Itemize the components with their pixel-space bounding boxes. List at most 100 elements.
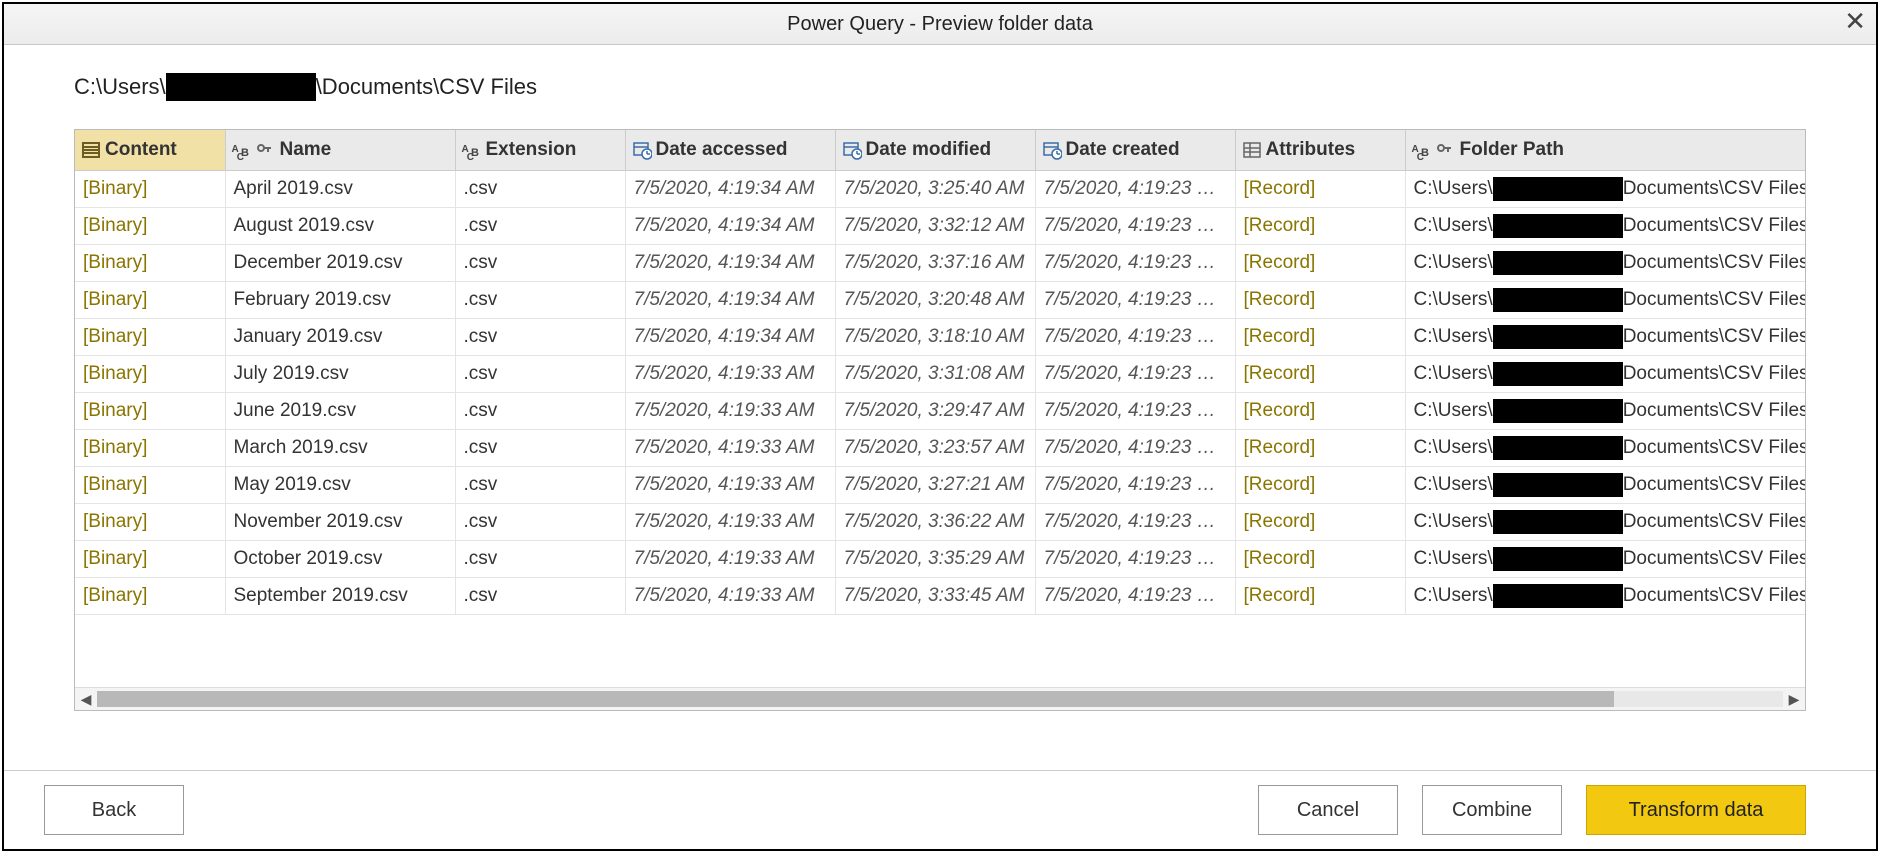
scrollbar-thumb[interactable] [97, 691, 1614, 707]
cell-date-created: 7/5/2020, 4:19:23 … [1035, 319, 1235, 356]
table-row[interactable]: [Binary]June 2019.csv.csv7/5/2020, 4:19:… [75, 393, 1805, 430]
cell-extension: .csv [455, 171, 625, 208]
cell-content[interactable]: [Binary] [75, 171, 225, 208]
cell-attributes[interactable]: [Record] [1235, 319, 1405, 356]
cell-folder-path: C:\Users\Documents\CSV Files\ [1405, 282, 1805, 319]
cell-date-created: 7/5/2020, 4:19:23 … [1035, 282, 1235, 319]
table-row[interactable]: [Binary]December 2019.csv.csv7/5/2020, 4… [75, 245, 1805, 282]
table-row[interactable]: [Binary]March 2019.csv.csv7/5/2020, 4:19… [75, 430, 1805, 467]
cell-date-modified: 7/5/2020, 3:18:10 AM [835, 319, 1035, 356]
cell-date-modified: 7/5/2020, 3:37:16 AM [835, 245, 1035, 282]
preview-table-container: Content B Name [74, 129, 1806, 711]
table-row[interactable]: [Binary]May 2019.csv.csv7/5/2020, 4:19:3… [75, 467, 1805, 504]
cell-date-modified: 7/5/2020, 3:35:29 AM [835, 541, 1035, 578]
redacted-username [1493, 584, 1623, 608]
cell-date-accessed: 7/5/2020, 4:19:34 AM [625, 208, 835, 245]
col-header-extension[interactable]: B Extension [455, 130, 625, 171]
col-header-name[interactable]: B Name [225, 130, 455, 171]
cell-date-created: 7/5/2020, 4:19:23 … [1035, 467, 1235, 504]
cell-attributes[interactable]: [Record] [1235, 541, 1405, 578]
table-row[interactable]: [Binary]January 2019.csv.csv7/5/2020, 4:… [75, 319, 1805, 356]
scrollbar-track[interactable] [97, 691, 1783, 707]
text-type-icon: B [1412, 140, 1432, 160]
col-header-attributes[interactable]: Attributes [1235, 130, 1405, 171]
col-header-date-created-label: Date created [1066, 139, 1180, 161]
dialog-footer: Back Cancel Combine Transform data [4, 770, 1876, 849]
cancel-button[interactable]: Cancel [1258, 785, 1398, 835]
cell-content[interactable]: [Binary] [75, 430, 225, 467]
horizontal-scrollbar[interactable]: ◀ ▶ [75, 687, 1805, 710]
col-header-date-modified[interactable]: Date modified [835, 130, 1035, 171]
table-row[interactable]: [Binary]February 2019.csv.csv7/5/2020, 4… [75, 282, 1805, 319]
cell-content[interactable]: [Binary] [75, 208, 225, 245]
redacted-username [1493, 547, 1623, 571]
cell-content[interactable]: [Binary] [75, 393, 225, 430]
cell-attributes[interactable]: [Record] [1235, 430, 1405, 467]
cell-attributes[interactable]: [Record] [1235, 245, 1405, 282]
cell-content[interactable]: [Binary] [75, 578, 225, 615]
cell-folder-path: C:\Users\Documents\CSV Files\ [1405, 541, 1805, 578]
cell-content[interactable]: [Binary] [75, 467, 225, 504]
cell-date-modified: 7/5/2020, 3:29:47 AM [835, 393, 1035, 430]
cell-name: May 2019.csv [225, 467, 455, 504]
cell-content[interactable]: [Binary] [75, 356, 225, 393]
redacted-username [166, 73, 316, 101]
cell-date-accessed: 7/5/2020, 4:19:34 AM [625, 319, 835, 356]
cell-attributes[interactable]: [Record] [1235, 504, 1405, 541]
cell-attributes[interactable]: [Record] [1235, 208, 1405, 245]
preview-table: Content B Name [75, 130, 1805, 615]
cell-folder-path: C:\Users\Documents\CSV Files\ [1405, 430, 1805, 467]
cell-extension: .csv [455, 208, 625, 245]
table-row[interactable]: [Binary]April 2019.csv.csv7/5/2020, 4:19… [75, 171, 1805, 208]
cell-extension: .csv [455, 319, 625, 356]
cell-attributes[interactable]: [Record] [1235, 578, 1405, 615]
cell-name: March 2019.csv [225, 430, 455, 467]
cell-date-modified: 7/5/2020, 3:31:08 AM [835, 356, 1035, 393]
cell-folder-path: C:\Users\Documents\CSV Files\ [1405, 356, 1805, 393]
cell-date-modified: 7/5/2020, 3:32:12 AM [835, 208, 1035, 245]
close-icon[interactable]: ✕ [1844, 8, 1866, 34]
table-row[interactable]: [Binary]November 2019.csv.csv7/5/2020, 4… [75, 504, 1805, 541]
cell-content[interactable]: [Binary] [75, 319, 225, 356]
key-icon [1436, 140, 1456, 160]
cell-attributes[interactable]: [Record] [1235, 356, 1405, 393]
scroll-right-icon[interactable]: ▶ [1783, 691, 1805, 708]
cell-extension: .csv [455, 393, 625, 430]
cell-extension: .csv [455, 504, 625, 541]
scroll-left-icon[interactable]: ◀ [75, 691, 97, 708]
cell-name: June 2019.csv [225, 393, 455, 430]
table-row[interactable]: [Binary]October 2019.csv.csv7/5/2020, 4:… [75, 541, 1805, 578]
text-type-icon: B [462, 140, 482, 160]
cell-attributes[interactable]: [Record] [1235, 393, 1405, 430]
cell-content[interactable]: [Binary] [75, 504, 225, 541]
cell-content[interactable]: [Binary] [75, 245, 225, 282]
cell-name: September 2019.csv [225, 578, 455, 615]
col-header-folder-path[interactable]: B Folder Path [1405, 130, 1805, 171]
table-row[interactable]: [Binary]July 2019.csv.csv7/5/2020, 4:19:… [75, 356, 1805, 393]
cell-attributes[interactable]: [Record] [1235, 467, 1405, 504]
cell-extension: .csv [455, 541, 625, 578]
cell-folder-path: C:\Users\Documents\CSV Files\ [1405, 208, 1805, 245]
combine-button[interactable]: Combine [1422, 785, 1562, 835]
transform-data-button[interactable]: Transform data [1586, 785, 1806, 835]
col-header-content[interactable]: Content [75, 130, 225, 171]
text-type-icon: B [232, 140, 252, 160]
table-row[interactable]: [Binary]September 2019.csv.csv7/5/2020, … [75, 578, 1805, 615]
cell-folder-path: C:\Users\Documents\CSV Files\ [1405, 319, 1805, 356]
cell-content[interactable]: [Binary] [75, 541, 225, 578]
cell-name: April 2019.csv [225, 171, 455, 208]
cell-attributes[interactable]: [Record] [1235, 171, 1405, 208]
col-header-date-created[interactable]: Date created [1035, 130, 1235, 171]
redacted-username [1493, 510, 1623, 534]
cell-folder-path: C:\Users\Documents\CSV Files\ [1405, 171, 1805, 208]
cell-folder-path: C:\Users\Documents\CSV Files\ [1405, 393, 1805, 430]
cell-folder-path: C:\Users\Documents\CSV Files\ [1405, 578, 1805, 615]
cell-extension: .csv [455, 245, 625, 282]
back-button[interactable]: Back [44, 785, 184, 835]
cell-attributes[interactable]: [Record] [1235, 282, 1405, 319]
col-header-date-accessed[interactable]: Date accessed [625, 130, 835, 171]
cell-content[interactable]: [Binary] [75, 282, 225, 319]
folder-path-display: C:\Users\ \Documents\CSV Files [74, 73, 1806, 101]
table-row[interactable]: [Binary]August 2019.csv.csv7/5/2020, 4:1… [75, 208, 1805, 245]
cell-date-created: 7/5/2020, 4:19:23 … [1035, 245, 1235, 282]
